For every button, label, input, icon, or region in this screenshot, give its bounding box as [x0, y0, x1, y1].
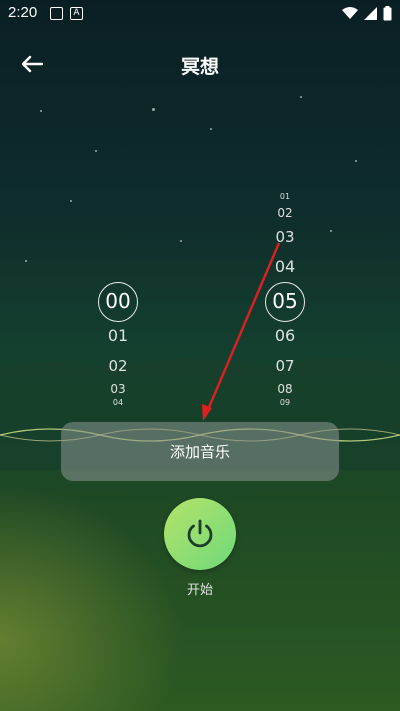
- minute-option: 03: [275, 228, 295, 246]
- minute-option: 09: [279, 398, 291, 407]
- minute-option: 02: [277, 206, 293, 220]
- minute-option: 01: [279, 192, 291, 201]
- signal-icon: [364, 7, 377, 20]
- background: [0, 0, 400, 711]
- start-label: 开始: [186, 583, 213, 598]
- image-notification-icon: [50, 7, 63, 20]
- add-music-label: 添加音乐: [169, 443, 230, 461]
- battery-icon: [383, 6, 392, 21]
- status-bar: 2:20 A: [0, 0, 400, 28]
- hour-option: 02: [108, 357, 128, 375]
- minute-selected: 05: [272, 289, 298, 313]
- power-icon: [187, 519, 213, 548]
- page-title: 冥想: [180, 56, 219, 78]
- minute-option: 06: [274, 326, 296, 345]
- wifi-icon: [342, 7, 358, 19]
- start-button[interactable]: [164, 498, 236, 570]
- app-bar: 冥想: [0, 40, 400, 86]
- minute-option: 07: [275, 357, 295, 375]
- hour-picker[interactable]: 00 01 02 03 04: [88, 280, 148, 410]
- add-music-button[interactable]: 添加音乐: [61, 422, 339, 481]
- hour-option: 04: [112, 398, 124, 407]
- hour-option: 01: [107, 326, 129, 345]
- text-notification-icon: A: [70, 7, 83, 20]
- minute-option: 08: [277, 382, 293, 396]
- hour-option: 03: [110, 382, 126, 396]
- minute-option: 04: [274, 257, 296, 276]
- minute-picker[interactable]: 01 02 03 04 05 06 07 08 09: [255, 190, 315, 410]
- status-time: 2:20: [8, 4, 38, 21]
- hour-selected: 00: [105, 289, 131, 313]
